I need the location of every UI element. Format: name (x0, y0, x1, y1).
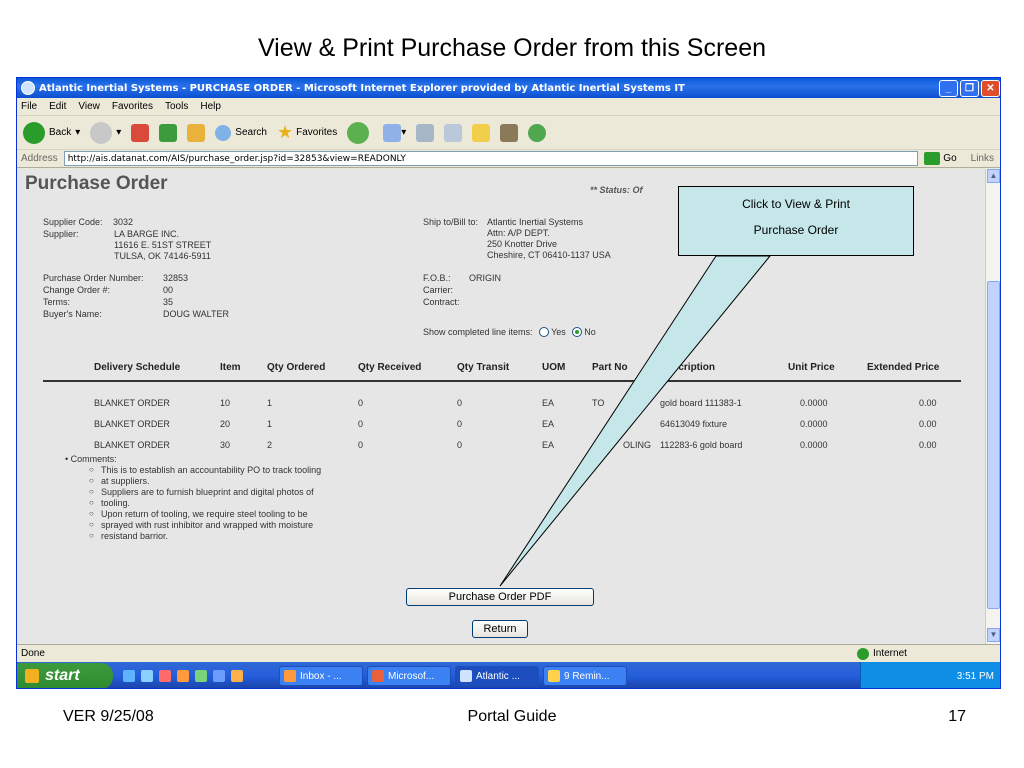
footer-page-number: 17 (948, 708, 966, 725)
callout-pointer (499, 255, 772, 587)
footer-title: Portal Guide (467, 708, 557, 725)
